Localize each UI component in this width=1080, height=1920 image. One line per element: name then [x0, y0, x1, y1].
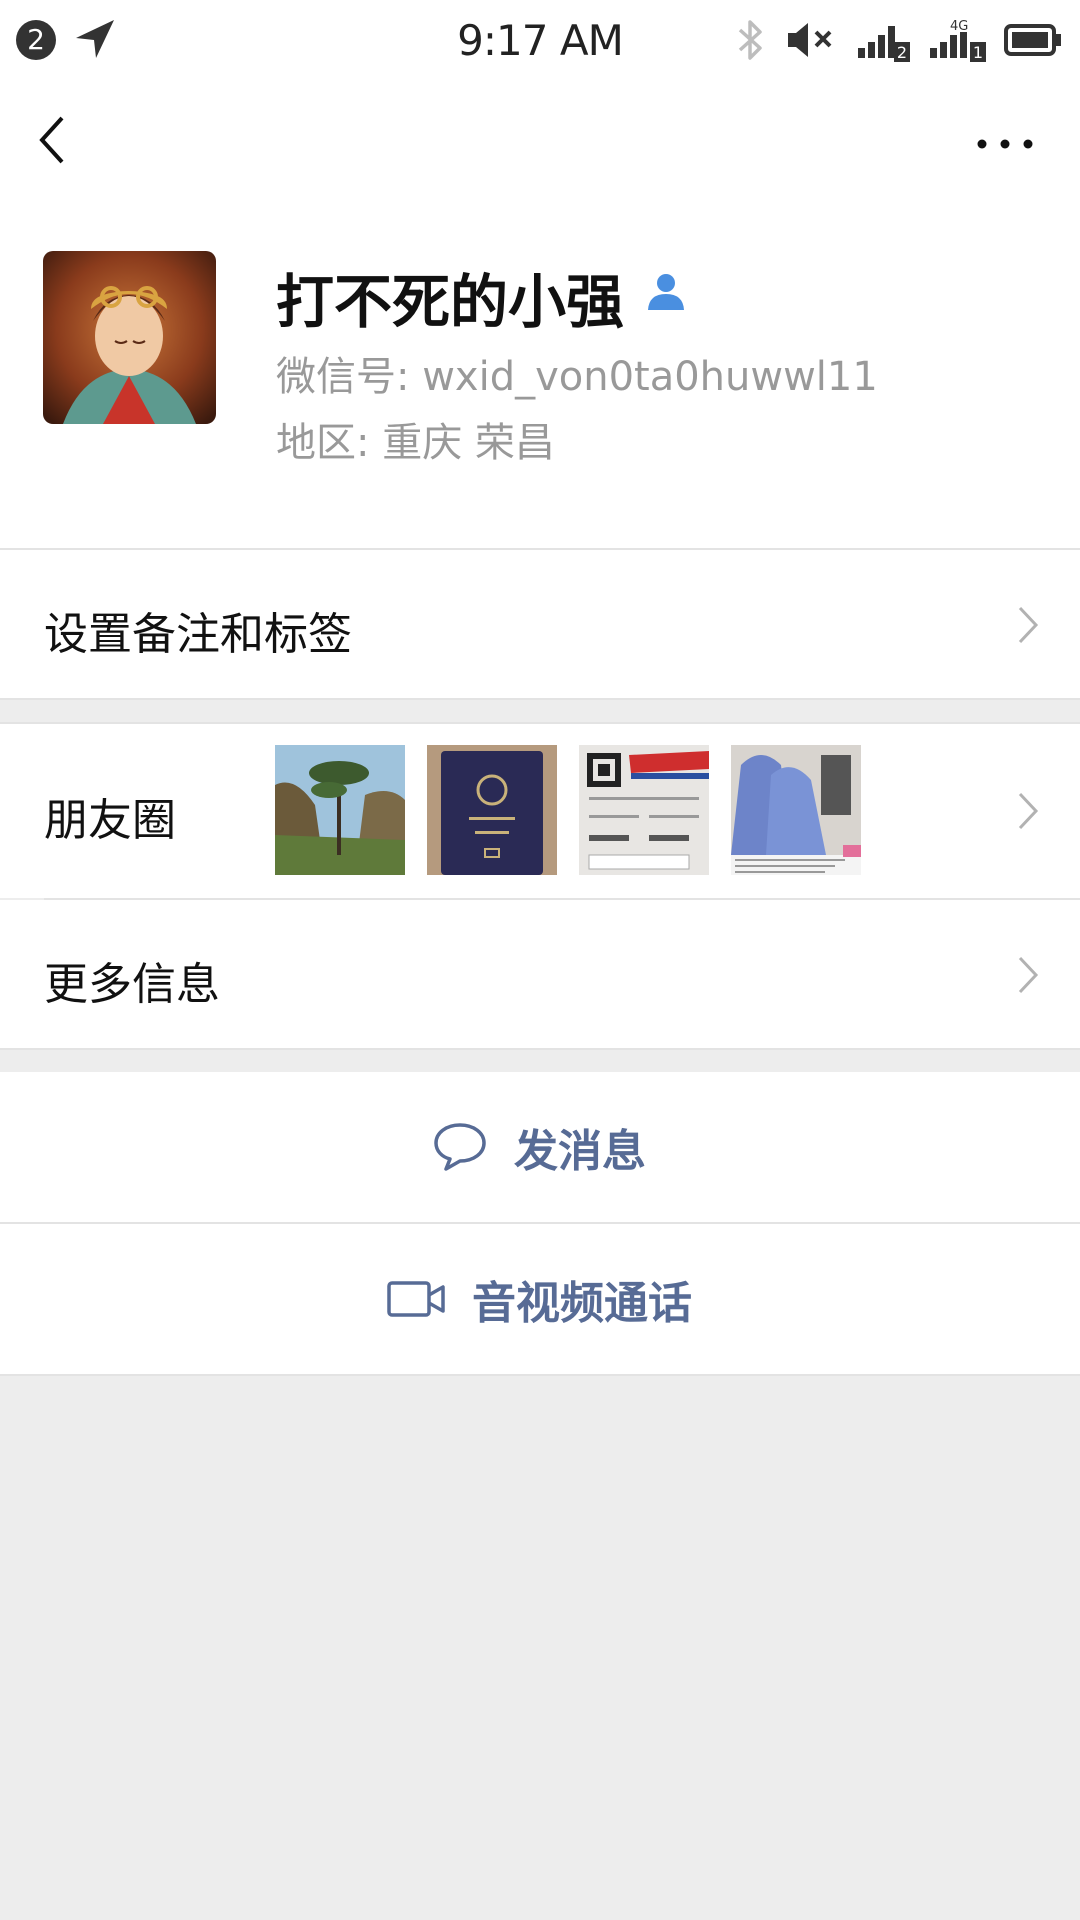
chat-bubble-icon: [434, 1123, 486, 1171]
send-message-button[interactable]: 发消息: [0, 1072, 1080, 1222]
chevron-right-icon: [1018, 606, 1039, 644]
profile-region: 地区: 重庆 荣昌: [276, 420, 555, 466]
signal-sim1-icon: 2: [858, 26, 910, 62]
avatar[interactable]: [43, 251, 216, 424]
moments-label: 朋友圈: [44, 795, 176, 846]
moments-thumbnail-tree: [275, 745, 405, 875]
moments-thumbnail-passport: [427, 745, 557, 875]
signal-sim2-icon: 4G 1: [930, 19, 986, 62]
profile-header: 打不死的小强 微信号: wxid_von0ta0huwwl11 地区: 重庆 荣…: [0, 210, 1080, 548]
video-camera-icon: [387, 1281, 445, 1317]
wechat-id: 微信号: wxid_von0ta0huwwl11: [276, 354, 878, 400]
more-icon[interactable]: [970, 120, 1040, 160]
more-info-label: 更多信息: [44, 959, 220, 1010]
video-call-button[interactable]: 音视频通话: [0, 1224, 1080, 1374]
more-info-cell[interactable]: 更多信息: [0, 900, 1080, 1048]
moments-thumbnail-news: [731, 745, 861, 875]
remarks-tags-label: 设置备注和标签: [44, 609, 352, 660]
back-icon[interactable]: [30, 110, 76, 170]
contact-person-icon: [648, 274, 684, 310]
svg-text:4G: 4G: [950, 19, 968, 34]
status-bar: 2 9:17 AM 2 4G 1: [0, 0, 1080, 80]
send-message-label: 发消息: [514, 1126, 646, 1177]
bluetooth-icon: [738, 20, 762, 60]
mute-icon: [788, 23, 832, 57]
divider: [0, 698, 1080, 700]
divider: [0, 1374, 1080, 1376]
battery-icon: [1004, 24, 1061, 56]
divider: [0, 1048, 1080, 1050]
svg-text:1: 1: [973, 43, 983, 62]
svg-text:2: 2: [897, 43, 907, 62]
profile-name: 打不死的小强: [276, 268, 625, 336]
video-call-label: 音视频通话: [472, 1278, 692, 1329]
remarks-tags-cell[interactable]: 设置备注和标签: [0, 550, 1080, 698]
moments-thumbnail-ticket: [579, 745, 709, 875]
chevron-right-icon: [1018, 792, 1039, 830]
chevron-right-icon: [1018, 956, 1039, 994]
nav-bar: [0, 80, 1080, 210]
moments-cell[interactable]: 朋友圈: [0, 724, 1080, 898]
